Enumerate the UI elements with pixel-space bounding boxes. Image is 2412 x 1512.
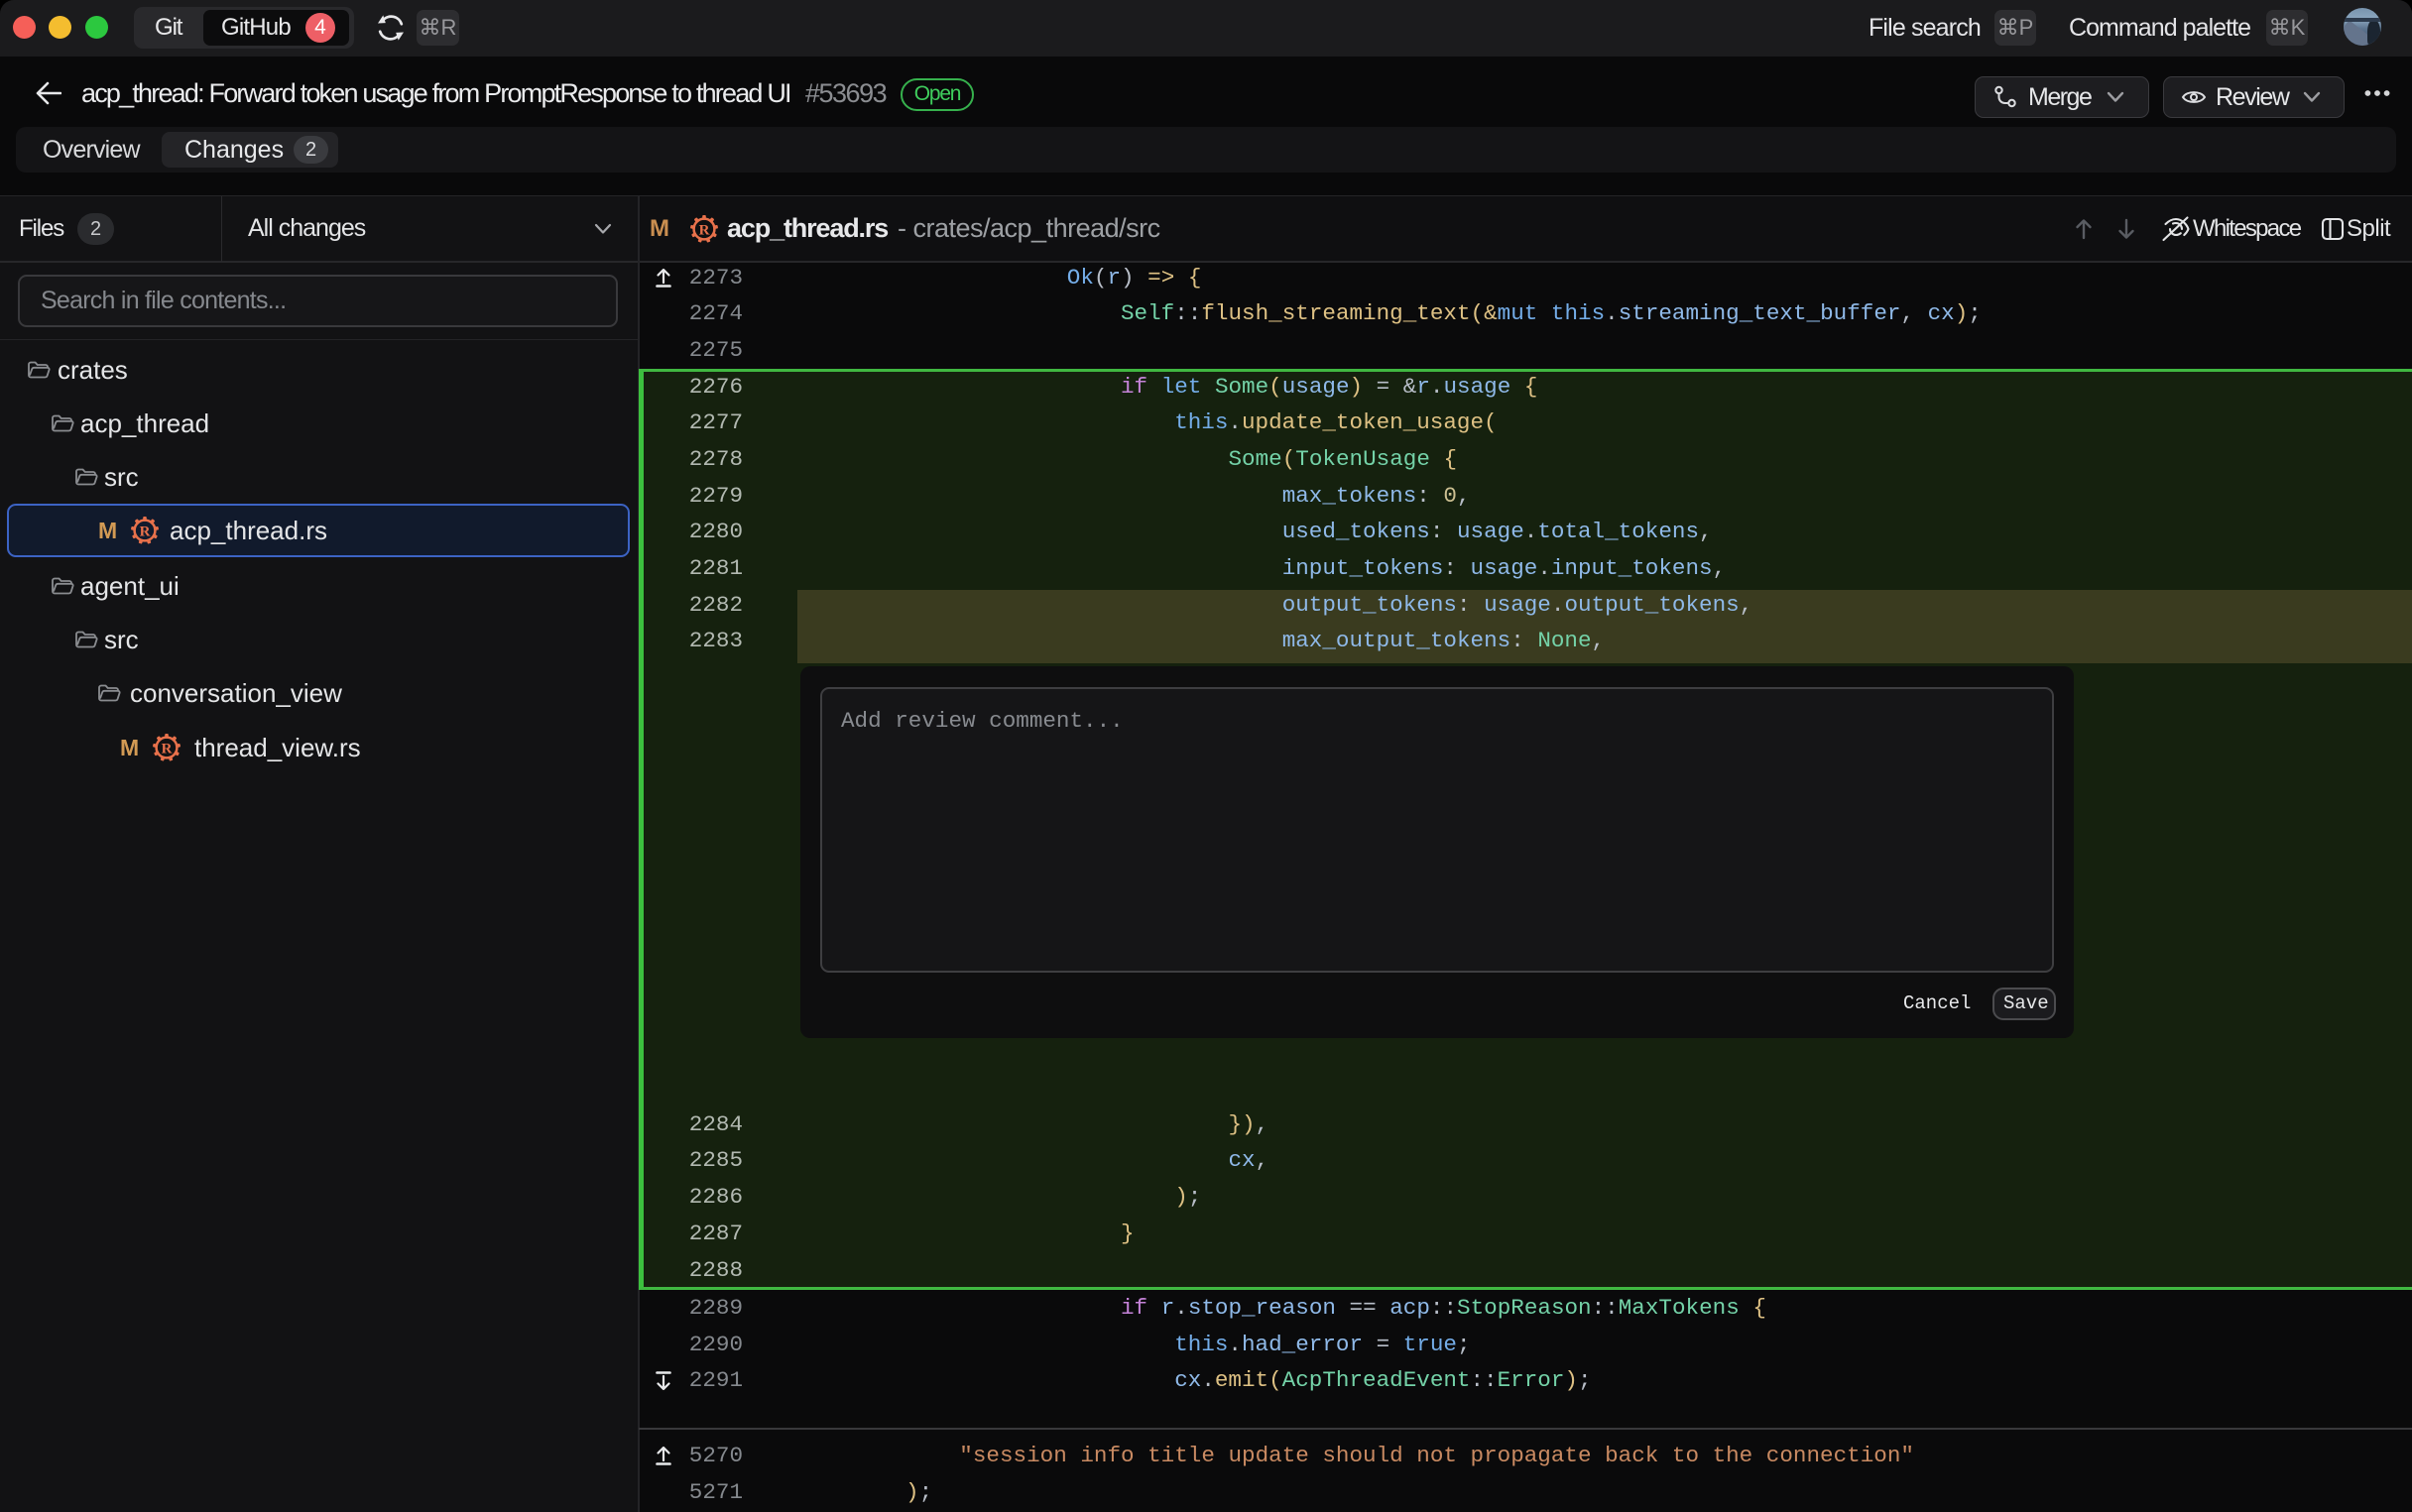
svg-text:R: R <box>699 222 710 238</box>
svg-text:R: R <box>140 523 151 539</box>
svg-text:R: R <box>162 741 173 756</box>
